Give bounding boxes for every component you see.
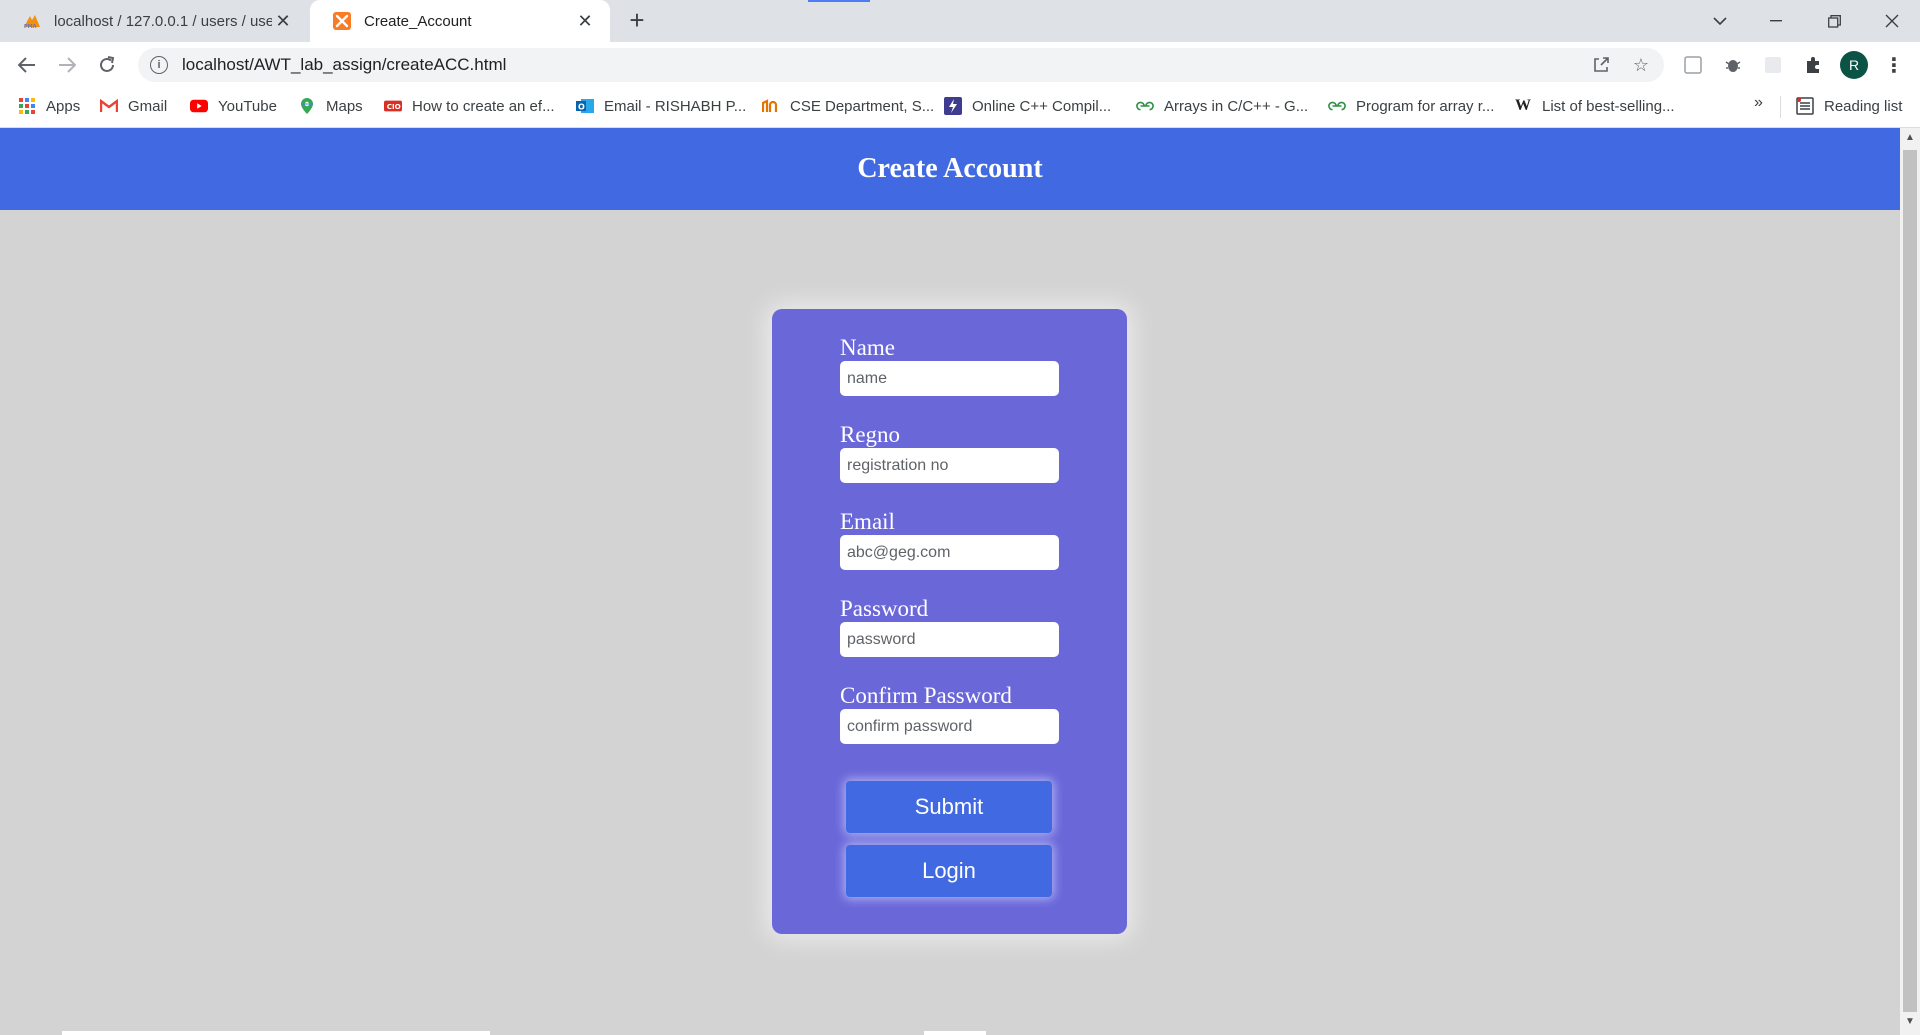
tab-title: Create_Account (364, 12, 472, 30)
outlook-icon: O (576, 97, 594, 115)
extensions-puzzle-icon[interactable] (1802, 54, 1824, 76)
page-title: Create Account (857, 153, 1043, 184)
scroll-up-icon[interactable]: ▲ (1904, 132, 1916, 146)
scrollbar-thumb[interactable] (1903, 150, 1917, 1012)
forward-icon[interactable] (52, 50, 82, 80)
extension-icon[interactable] (1682, 54, 1704, 76)
bookmark-label: How to create an ef... (412, 97, 555, 115)
confirm-password-input[interactable] (840, 709, 1059, 744)
geeksforgeeks-icon (1136, 97, 1154, 115)
bookmark-label: Online C++ Compil... (972, 97, 1112, 115)
submit-button[interactable]: Submit (846, 781, 1052, 833)
maps-icon (298, 97, 316, 115)
extension-icon[interactable] (1762, 54, 1784, 76)
tab-phpmyadmin[interactable]: PMA localhost / 127.0.0.1 / users / use … (0, 0, 308, 42)
bookmark-label: Gmail (128, 97, 168, 115)
email-field-group: Email (840, 509, 1060, 570)
close-tab-icon[interactable]: ✕ (574, 10, 596, 32)
bookmarks-divider (1780, 96, 1781, 118)
bookmarks-bar: Apps Gmail YouTube Maps CIO How to creat… (0, 88, 1920, 128)
email-input[interactable] (840, 535, 1059, 570)
bookmark-arrays[interactable]: Arrays in C/C++ - G... (1136, 88, 1308, 124)
tab-search-chevron-icon[interactable] (1700, 0, 1740, 42)
name-input[interactable] (840, 361, 1059, 396)
bookmark-star-icon[interactable]: ☆ (1630, 54, 1652, 76)
svg-text:CIO: CIO (387, 102, 401, 111)
reading-list-icon (1796, 97, 1814, 115)
url-text[interactable]: localhost/AWT_lab_assign/createACC.html (182, 55, 506, 75)
name-field-group: Name (840, 335, 1060, 396)
regno-field-group: Regno (840, 422, 1060, 483)
svg-text:PMA: PMA (24, 24, 37, 29)
bookmark-how-to-create[interactable]: CIO How to create an ef... (384, 88, 555, 124)
page-viewport: Create Account Name Regno Email Password… (0, 128, 1900, 1035)
wikipedia-icon: W (1515, 97, 1531, 114)
bookmark-label: Apps (46, 97, 81, 115)
browser-toolbar: i localhost/AWT_lab_assign/createACC.htm… (0, 42, 1920, 88)
back-icon[interactable] (12, 50, 42, 80)
tab-create-account[interactable]: Create_Account ✕ (310, 0, 610, 42)
more-bookmarks-button[interactable]: » (1754, 94, 1763, 112)
minimize-icon[interactable] (1748, 0, 1804, 42)
reload-icon[interactable] (92, 50, 122, 80)
password-field-group: Password (840, 596, 1060, 657)
new-tab-button[interactable]: + (624, 7, 650, 34)
bookmark-site-icon: CIO (384, 97, 402, 115)
tab-strip-accent (808, 0, 870, 2)
site-info-icon[interactable]: i (150, 56, 168, 74)
bookmark-label: CSE Department, S... (790, 97, 935, 115)
email-label: Email (840, 509, 895, 534)
compiler-icon (944, 97, 962, 115)
university-icon (762, 97, 780, 115)
bookmark-youtube[interactable]: YouTube (190, 88, 277, 124)
password-label: Password (840, 596, 929, 621)
gmail-icon (100, 97, 118, 115)
bookmark-label: YouTube (218, 97, 277, 115)
svg-text:O: O (578, 103, 585, 112)
name-label: Name (840, 335, 895, 360)
bookmark-email[interactable]: O Email - RISHABH P... (576, 88, 746, 124)
apps-grid-icon (18, 97, 36, 115)
address-bar[interactable]: i localhost/AWT_lab_assign/createACC.htm… (138, 48, 1664, 82)
browser-menu-icon[interactable]: ⋮ (1884, 52, 1904, 78)
tab-strip: PMA localhost / 127.0.0.1 / users / use … (0, 0, 1920, 42)
regno-label: Regno (840, 422, 901, 447)
close-window-icon[interactable] (1864, 0, 1920, 42)
login-button[interactable]: Login (846, 845, 1052, 897)
bookmark-label: Program for array r... (1356, 97, 1495, 115)
share-icon[interactable] (1590, 54, 1612, 76)
restore-icon[interactable] (1806, 0, 1862, 42)
create-account-form: Name Regno Email Password Confirm Passwo… (772, 309, 1127, 934)
bookmark-gmail[interactable]: Gmail (100, 88, 167, 124)
xampp-icon (332, 11, 352, 31)
geeksforgeeks-icon (1328, 97, 1346, 115)
phpmyadmin-icon: PMA (22, 11, 42, 31)
tab-title: localhost / 127.0.0.1 / users / use (54, 12, 272, 30)
bookmark-maps[interactable]: Maps (298, 88, 363, 124)
confirm-password-label: Confirm Password (840, 683, 1012, 708)
bug-extension-icon[interactable] (1722, 54, 1744, 76)
horizontal-scrollbar-fragment (924, 1031, 986, 1035)
bookmark-label: List of best-selling... (1542, 97, 1675, 115)
youtube-icon (190, 97, 208, 115)
bookmark-program-array[interactable]: Program for array r... (1328, 88, 1494, 124)
bookmark-label: Email - RISHABH P... (604, 97, 747, 115)
password-input[interactable] (840, 622, 1059, 657)
profile-avatar[interactable]: R (1840, 51, 1868, 79)
bookmark-label: Maps (326, 97, 363, 115)
bookmark-best-selling[interactable]: W List of best-selling... (1514, 88, 1675, 124)
reading-list-button[interactable]: Reading list (1796, 88, 1902, 124)
scroll-down-icon[interactable]: ▼ (1904, 1016, 1916, 1030)
close-tab-icon[interactable]: ✕ (272, 10, 294, 32)
regno-input[interactable] (840, 448, 1059, 483)
bookmark-cse-department[interactable]: CSE Department, S... (762, 88, 934, 124)
vertical-scrollbar[interactable]: ▲ ▼ (1900, 128, 1920, 1035)
confirm-password-field-group: Confirm Password (840, 683, 1060, 744)
bookmark-label: Arrays in C/C++ - G... (1164, 97, 1309, 115)
reading-list-label: Reading list (1824, 97, 1903, 115)
bookmark-apps[interactable]: Apps (18, 88, 80, 124)
bookmark-online-cpp[interactable]: Online C++ Compil... (944, 88, 1111, 124)
page-header: Create Account (0, 128, 1900, 210)
horizontal-scrollbar-thumb[interactable] (62, 1031, 490, 1035)
